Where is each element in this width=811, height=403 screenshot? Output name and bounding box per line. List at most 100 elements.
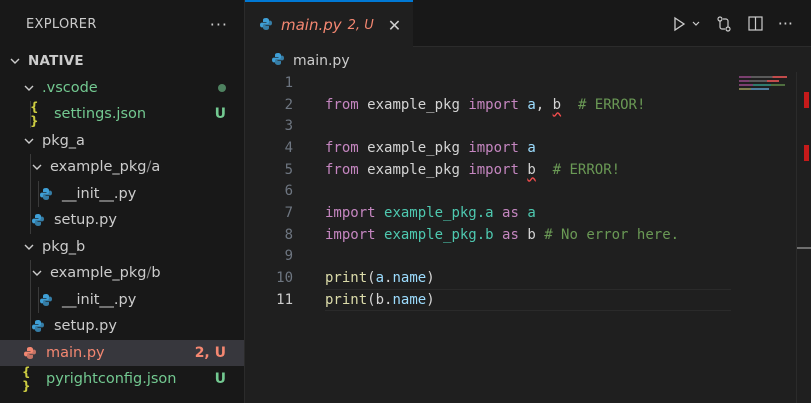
folder-pkg-a[interactable]: pkg_a (0, 128, 244, 155)
breadcrumb: main.py (245, 47, 811, 75)
python-file-icon (259, 16, 273, 35)
file-setup-py-a[interactable]: setup.py (0, 207, 244, 234)
code-line: 3 (245, 115, 793, 137)
python-file-icon (38, 293, 54, 307)
run-python-button[interactable] (671, 16, 687, 32)
chevron-down-icon (30, 266, 44, 280)
indent-guide (30, 286, 31, 313)
code-text: from example_pkg import b # ERROR! (325, 161, 621, 178)
minimap-line (739, 88, 769, 90)
file-pyrightconfig-json[interactable]: { } pyrightconfig.json U (0, 365, 244, 394)
indent-guide (30, 154, 31, 181)
file-main-py[interactable]: main.py 2, U (0, 339, 244, 366)
folder-pkg-b[interactable]: pkg_b (0, 234, 244, 261)
tab-problems-badge: 2, U (347, 17, 374, 33)
code-line: 8 import example_pkg.b as b # No error h… (245, 224, 793, 246)
code-editor[interactable]: 1 2 from example_pkg import a, b # ERROR… (245, 72, 793, 311)
code-line: 1 (245, 72, 793, 94)
line-number: 5 (284, 161, 293, 178)
explorer-header: EXPLORER ··· (0, 0, 244, 48)
chevron-down-icon (22, 240, 36, 254)
cursor-scroll-marker (797, 247, 811, 249)
error-scroll-marker (804, 92, 809, 108)
file-label: __init__.py (62, 185, 137, 202)
line-number: 8 (284, 226, 293, 243)
breadcrumb-file[interactable]: main.py (293, 53, 350, 69)
folder-native[interactable]: NATIVE (0, 48, 244, 75)
folder-vscode[interactable]: .vscode (0, 75, 244, 102)
folder-label: example_pkg/a (50, 159, 161, 176)
code-text: from example_pkg import a, b # ERROR! (325, 96, 646, 113)
indent-guide (38, 286, 39, 313)
problems-badge: 2, U (194, 344, 226, 361)
file-label: main.py (46, 344, 105, 361)
line-number: 6 (284, 183, 293, 200)
tab-main-py[interactable]: main.py 2, U ✕ (245, 0, 414, 48)
indent-guide (30, 180, 31, 207)
minimap-line (739, 84, 785, 86)
error-scroll-marker (804, 145, 809, 161)
code-line: 2 from example_pkg import a, b # ERROR! (245, 94, 793, 116)
python-file-icon (30, 319, 46, 333)
line-number: 1 (284, 74, 293, 91)
chevron-down-icon (22, 81, 36, 95)
more-actions-icon[interactable]: ··· (778, 14, 793, 33)
file-label: __init__.py (62, 291, 137, 308)
split-editor-icon[interactable] (747, 15, 764, 32)
chevron-down-icon[interactable] (691, 19, 701, 29)
more-actions-icon[interactable]: ··· (210, 15, 228, 34)
explorer-title: EXPLORER (26, 16, 97, 32)
folder-example-pkg-a[interactable]: example_pkg/a (0, 154, 244, 181)
minimap[interactable] (739, 76, 789, 100)
json-file-icon: { } (30, 100, 39, 129)
folder-label: pkg_a (42, 132, 85, 149)
python-file-icon (271, 52, 285, 70)
folder-label: NATIVE (28, 53, 84, 70)
explorer-sidebar: EXPLORER ··· NATIVE .vscode { } settings… (0, 0, 245, 403)
code-text: from example_pkg import a (325, 139, 536, 156)
line-number: 9 (284, 248, 293, 265)
file-init-py-b[interactable]: __init__.py (0, 286, 244, 313)
tab-label: main.py (281, 16, 342, 34)
folder-example-pkg-b[interactable]: example_pkg/b (0, 260, 244, 287)
code-text: import example_pkg.b as b # No error her… (325, 226, 680, 243)
folder-label: example_pkg/b (50, 265, 161, 282)
code-line-current: 11 print(b.name) (245, 288, 793, 311)
error-squiggle: b (552, 96, 562, 113)
git-status-badge: U (214, 371, 226, 388)
chevron-down-icon (22, 134, 36, 148)
editor-area: main.py 2, U ✕ ··· main.py 1 2 from exam… (245, 0, 811, 403)
indent-guide (30, 207, 31, 234)
file-label: settings.json (54, 106, 147, 123)
code-line: 5 from example_pkg import b # ERROR! (245, 159, 793, 181)
tab-bar: main.py 2, U ✕ ··· (245, 0, 811, 48)
code-text: print(a.name) (325, 270, 435, 287)
file-init-py-a[interactable]: __init__.py (0, 180, 244, 207)
file-label: setup.py (54, 212, 117, 229)
file-settings-json[interactable]: { } settings.json U (0, 100, 244, 129)
compare-changes-icon[interactable] (715, 15, 733, 33)
error-squiggle: b (527, 161, 536, 178)
code-line: 9 (245, 246, 793, 268)
code-text: import example_pkg.a as a (325, 204, 536, 221)
line-number: 11 (276, 291, 293, 308)
python-file-icon (38, 187, 54, 201)
indent-guide (30, 260, 31, 287)
code-line: 7 import example_pkg.a as a (245, 202, 793, 224)
code-line: 4 from example_pkg import a (245, 137, 793, 159)
line-number: 4 (284, 139, 293, 156)
line-number: 2 (284, 96, 293, 113)
file-setup-py-b[interactable]: setup.py (0, 313, 244, 340)
file-label: setup.py (54, 318, 117, 335)
line-number: 10 (276, 270, 293, 287)
vertical-scrollbar[interactable] (796, 72, 811, 403)
chevron-down-icon (30, 160, 44, 174)
git-status-badge: U (214, 106, 226, 123)
python-file-icon (22, 346, 38, 360)
close-icon[interactable]: ✕ (388, 16, 401, 35)
json-file-icon: { } (22, 365, 31, 394)
minimap-line (739, 80, 779, 82)
indent-guide (38, 180, 39, 207)
code-line: 6 (245, 180, 793, 202)
python-file-icon (30, 213, 46, 227)
